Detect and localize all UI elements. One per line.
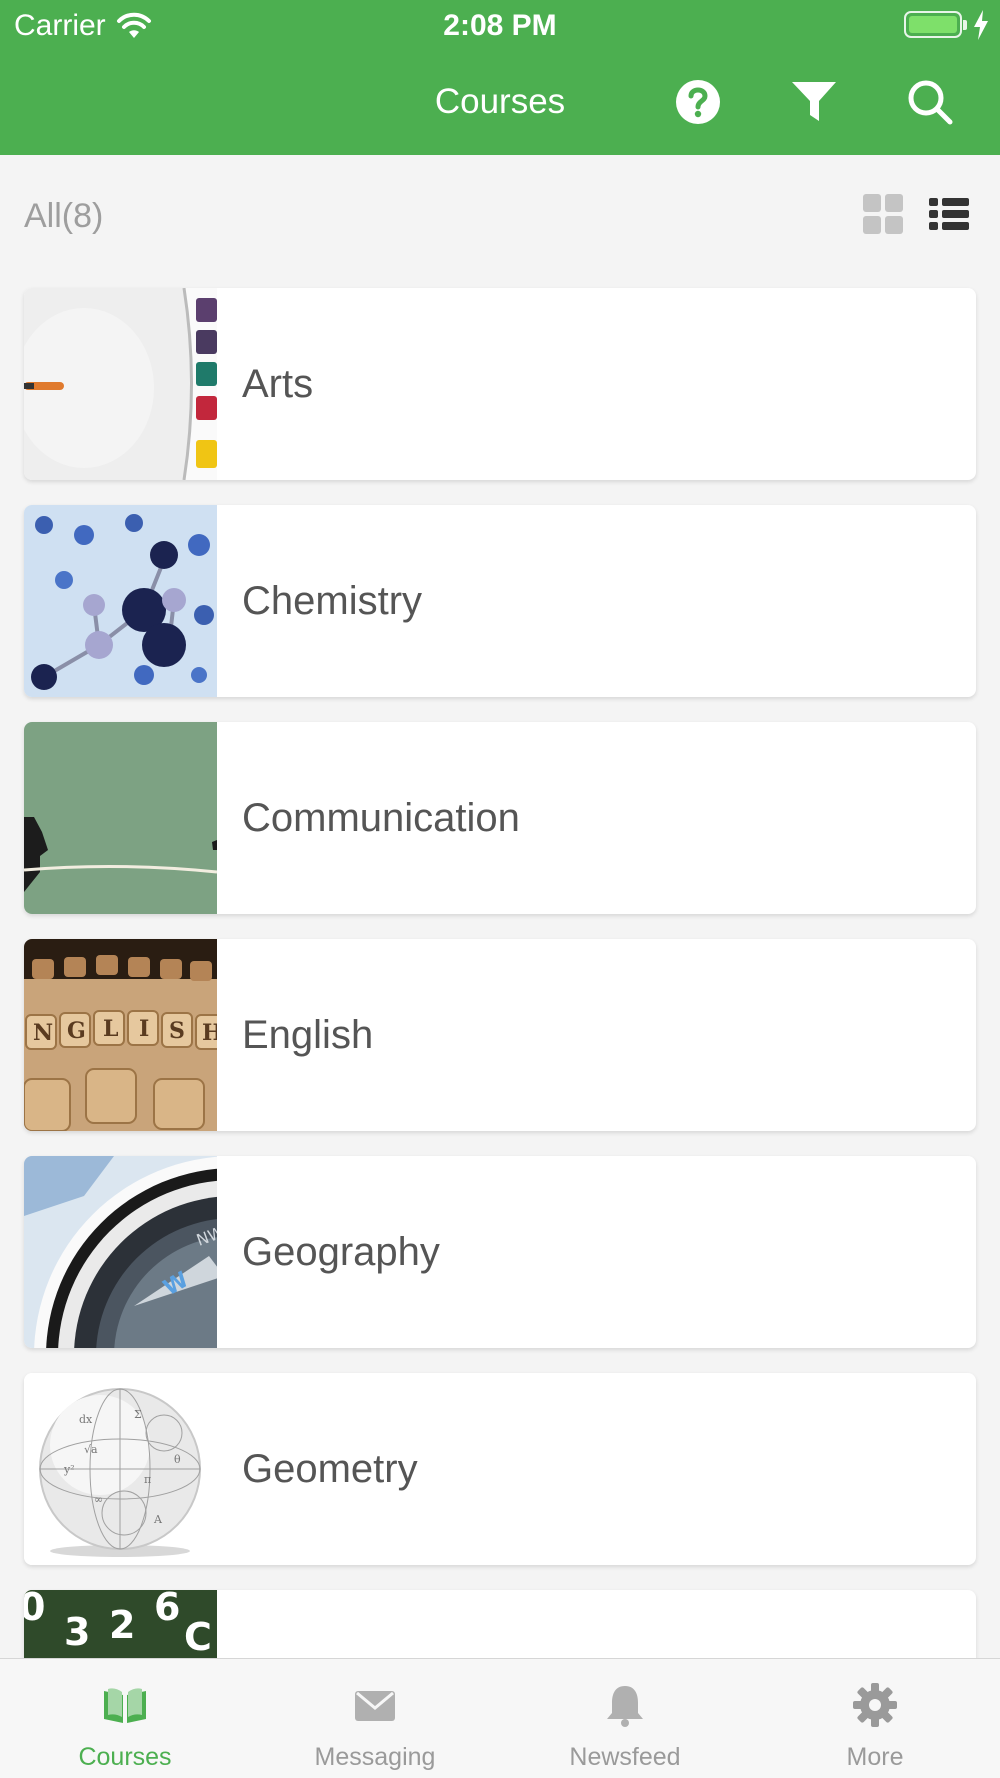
course-count-label[interactable]: All(8): [24, 197, 103, 236]
bell-icon: [607, 1686, 643, 1727]
course-name: Geometry: [242, 1447, 418, 1491]
svg-text:3: 3: [64, 1610, 90, 1654]
paint-palette-image: [24, 288, 217, 480]
svg-text:√a: √a: [84, 1443, 98, 1456]
nav-bar: Courses: [0, 50, 1000, 155]
envelope-icon: [355, 1691, 395, 1721]
svg-text:0: 0: [24, 1590, 45, 1629]
course-name: Geography: [242, 1230, 440, 1274]
charging-bolt-icon: [974, 10, 988, 40]
course-card-english[interactable]: NGL ISH English: [24, 939, 976, 1131]
svg-text:G: G: [67, 1018, 86, 1044]
list-view-icon[interactable]: [928, 193, 970, 235]
numbers-image: 032 6C: [24, 1590, 217, 1658]
status-bar: Carrier 2:08 PM: [0, 0, 1000, 50]
grid-view-icon[interactable]: [862, 193, 904, 235]
tab-label: Newsfeed: [569, 1743, 681, 1771]
svg-text:2: 2: [109, 1603, 135, 1647]
course-card-geometry[interactable]: dx Σy² π ∞ A √a θ Geometry: [24, 1373, 976, 1565]
svg-text:N: N: [33, 1020, 53, 1046]
svg-text:π: π: [144, 1473, 151, 1486]
status-time: 2:08 PM: [443, 9, 557, 42]
help-button[interactable]: [672, 76, 724, 128]
course-name: English: [242, 1013, 374, 1057]
course-list[interactable]: Arts Chemistry Communication N G L I S H…: [0, 275, 1000, 1658]
filter-bar: All(8): [0, 155, 1000, 275]
tab-label: More: [846, 1743, 904, 1771]
filter-button[interactable]: [788, 76, 840, 128]
filter-icon: [792, 82, 836, 121]
molecule-image: [24, 505, 217, 697]
course-card-arts[interactable]: Arts: [24, 288, 976, 480]
course-name: Chemistry: [242, 579, 423, 623]
svg-text:C: C: [184, 1615, 212, 1658]
course-card-numbers[interactable]: 032 6C: [24, 1590, 976, 1658]
tab-bar: Courses Messaging Newsfeed More: [0, 1658, 1000, 1778]
svg-text:H: H: [202, 1020, 217, 1046]
course-card-chemistry[interactable]: Chemistry: [24, 505, 976, 697]
tab-label: Courses: [78, 1743, 172, 1771]
svg-text:S: S: [169, 1018, 185, 1044]
tin-can-phone-image: [24, 722, 217, 914]
course-name: Communication: [242, 796, 520, 840]
svg-text:I: I: [139, 1016, 149, 1042]
tab-newsfeed[interactable]: Newsfeed: [500, 1659, 750, 1778]
search-icon: [908, 80, 953, 125]
svg-text:L: L: [103, 1016, 118, 1042]
compass-image: W NW: [24, 1156, 217, 1348]
help-icon: [676, 80, 720, 124]
tab-messaging[interactable]: Messaging: [250, 1659, 500, 1778]
svg-text:∞: ∞: [94, 1493, 103, 1506]
book-icon: [104, 1688, 146, 1723]
battery-icon: [904, 11, 967, 38]
letter-cubes-image: NGL ISH: [24, 939, 217, 1131]
page-title: Courses: [434, 82, 566, 121]
svg-text:A: A: [153, 1513, 163, 1526]
search-button[interactable]: [904, 76, 956, 128]
course-card-geography[interactable]: W NW Geography: [24, 1156, 976, 1348]
app-header: Carrier 2:08 PM Courses: [0, 0, 1000, 155]
svg-text:θ: θ: [174, 1453, 181, 1466]
svg-text:y²: y²: [63, 1463, 75, 1476]
tab-more[interactable]: More: [750, 1659, 1000, 1778]
svg-text:Σ: Σ: [134, 1408, 142, 1421]
tab-courses[interactable]: Courses: [0, 1659, 250, 1778]
gear-icon: [853, 1683, 897, 1727]
svg-text:6: 6: [154, 1590, 180, 1629]
course-name: Arts: [242, 362, 314, 406]
tab-label: Messaging: [314, 1743, 436, 1771]
svg-text:dx: dx: [79, 1413, 93, 1426]
formula-sphere-image: dx Σy² π ∞ A √a θ: [24, 1373, 217, 1565]
course-card-communication[interactable]: Communication: [24, 722, 976, 914]
